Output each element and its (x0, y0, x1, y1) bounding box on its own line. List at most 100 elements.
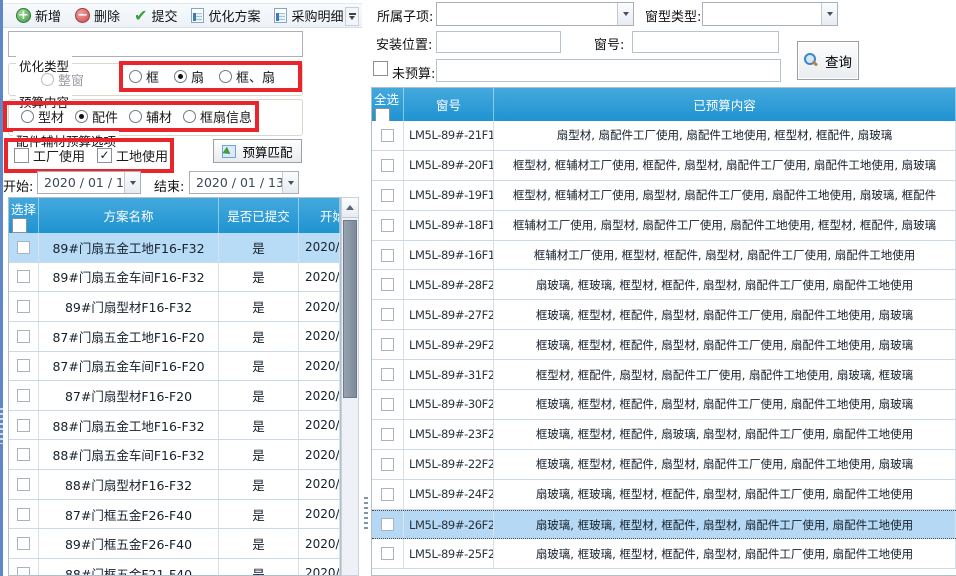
plan-table-row[interactable]: 88#门扇五金车间F16-F32是2020/0 (9, 440, 340, 470)
radio-option-frame-sash-info[interactable]: 框扇信息 (183, 107, 252, 126)
checkbox-icon[interactable]: ✓ (97, 148, 112, 163)
column-header-window-no[interactable]: 窗号 (404, 88, 494, 121)
radio-icon[interactable] (21, 110, 34, 123)
column-header-plan-name[interactable]: 方案名称 (39, 198, 219, 233)
radio-option-frame-sash[interactable]: 框、扇 (219, 67, 275, 86)
row-checkbox[interactable] (381, 458, 394, 471)
row-select-cell[interactable] (9, 263, 39, 292)
date-start-picker[interactable]: 2020 / 01 / 1 (37, 171, 141, 194)
scrollbar-thumb[interactable] (343, 220, 357, 398)
radio-icon[interactable] (41, 73, 54, 86)
plan-filter-input[interactable] (8, 31, 303, 57)
radio-icon[interactable] (219, 70, 232, 83)
window-budget-row[interactable]: LM5L-89#-30F28框玻璃, 框型材, 框配件, 扇型材, 扇配件工厂使… (372, 390, 956, 420)
row-select-cell[interactable] (9, 322, 39, 351)
window-budget-row[interactable]: LM5L-89#-25F23扇玻璃, 框玻璃, 框型材, 框配件, 扇型材, 扇… (372, 539, 956, 569)
row-select-cell[interactable] (9, 470, 39, 499)
row-checkbox[interactable] (381, 159, 394, 172)
no-budget-checkbox[interactable] (373, 61, 388, 76)
row-checkbox[interactable] (381, 398, 394, 411)
row-select-cell[interactable] (9, 529, 39, 558)
row-select-cell[interactable] (9, 440, 39, 469)
row-select-cell[interactable] (9, 352, 39, 381)
window-budget-row[interactable]: LM5L-89#-22F20框玻璃, 框型材, 框配件, 扇型材, 扇配件工厂使… (372, 450, 956, 480)
no-budget-input[interactable] (436, 59, 781, 82)
radio-option-auxiliary[interactable]: 辅材 (129, 107, 172, 126)
window-budget-row[interactable]: LM5L-89#-18F16框辅材工厂使用, 扇型材, 扇配件工厂使用, 扇配件… (372, 211, 956, 241)
toolbar-button-submit[interactable]: ✔提交 (127, 4, 184, 27)
window-budget-row[interactable]: LM5L-89#-27F25框玻璃, 框型材, 框配件, 扇型材, 扇配件工厂使… (372, 300, 956, 330)
row-checkbox[interactable] (381, 338, 394, 351)
row-checkbox[interactable] (381, 428, 394, 441)
toolbar-overflow-button[interactable] (345, 7, 359, 26)
row-select-cell[interactable] (372, 300, 404, 329)
panel-splitter[interactable] (364, 497, 368, 531)
window-budget-row[interactable]: LM5L-89#-19F17框型材, 框辅材工厂使用, 扇型材, 扇配件工厂使用… (372, 181, 956, 211)
install-position-input[interactable] (436, 31, 561, 53)
row-checkbox[interactable] (17, 537, 30, 550)
row-checkbox[interactable] (381, 308, 394, 321)
window-budget-row[interactable]: LM5L-89#-29F27框玻璃, 框型材, 框配件, 扇型材, 扇配件工厂使… (372, 330, 956, 360)
chevron-down-icon[interactable] (124, 172, 140, 193)
toolbar-button-delete[interactable]: −删除 (68, 4, 127, 27)
row-checkbox[interactable] (381, 278, 394, 291)
window-budget-row[interactable]: LM5L-89#-16F15框辅材工厂使用, 框型材, 框配件, 扇型材, 扇配… (372, 241, 956, 271)
plan-table-row[interactable]: 88#门扇型材F16-F32是2020/0 (9, 470, 340, 500)
plan-table-scrollbar[interactable] (341, 197, 359, 576)
radio-icon[interactable] (129, 110, 142, 123)
window-budget-row[interactable]: LM5L-89#-21F19扇型材, 扇配件工厂使用, 扇配件工地使用, 框型材… (372, 121, 956, 151)
row-checkbox[interactable] (381, 189, 394, 202)
window-budget-row[interactable]: LM5L-89#-28F26扇玻璃, 框玻璃, 框型材, 框配件, 扇型材, 扇… (372, 270, 956, 300)
row-select-cell[interactable] (9, 292, 39, 321)
budget-match-button[interactable]: 预算匹配 (213, 139, 302, 163)
row-checkbox[interactable] (17, 478, 30, 491)
row-checkbox[interactable] (17, 270, 30, 283)
row-checkbox[interactable] (17, 508, 30, 521)
row-select-cell[interactable] (372, 480, 404, 509)
select-all-checkbox[interactable] (375, 108, 390, 121)
radio-option-fitting[interactable]: 配件 (75, 107, 118, 126)
row-select-cell[interactable] (372, 450, 404, 479)
chevron-down-icon[interactable] (821, 3, 837, 25)
window-no-input[interactable] (632, 31, 779, 53)
plan-table-row[interactable]: 89#门扇五金车间F16-F32是2020/0 (9, 263, 340, 293)
row-select-cell[interactable] (9, 411, 39, 440)
window-budget-row[interactable]: LM5L-89#-26F24扇玻璃, 框玻璃, 框型材, 框配件, 扇型材, 扇… (372, 510, 956, 540)
radio-icon[interactable] (75, 110, 88, 123)
row-select-cell[interactable] (372, 270, 404, 299)
row-select-cell[interactable] (9, 559, 39, 576)
row-select-cell[interactable] (9, 500, 39, 529)
plan-table-row[interactable]: 87#门扇型材F16-F20是2020/0 (9, 381, 340, 411)
row-checkbox[interactable] (381, 488, 394, 501)
plan-table-row[interactable]: 88#门框五金F21-F40是2020/0 (9, 559, 340, 576)
row-select-cell[interactable] (372, 420, 404, 449)
plan-table-row[interactable]: 87#门框五金F26-F40是2020/0 (9, 500, 340, 530)
column-header-select[interactable]: 选择 (9, 198, 39, 233)
row-checkbox[interactable] (17, 419, 30, 432)
query-button[interactable]: 查询 (797, 41, 859, 80)
window-budget-row[interactable]: LM5L-89#-23F21框玻璃, 框型材, 框配件, 扇玻璃, 扇型材, 扇… (372, 420, 956, 450)
plan-table-row[interactable]: 89#门框五金F26-F40是2020/0 (9, 529, 340, 559)
checkbox-icon[interactable] (14, 148, 29, 163)
radio-option-frame[interactable]: 框 (129, 67, 159, 86)
row-checkbox[interactable] (17, 241, 30, 254)
row-select-cell[interactable] (372, 211, 404, 240)
row-checkbox[interactable] (381, 249, 394, 262)
plan-table-row[interactable]: 87#门扇五金工地F16-F20是2020/0 (9, 322, 340, 352)
row-select-cell[interactable] (372, 539, 404, 568)
chevron-down-icon[interactable] (617, 3, 633, 25)
date-end-picker[interactable]: 2020 / 01 / 13 (189, 171, 299, 194)
row-select-cell[interactable] (372, 121, 404, 150)
row-select-cell[interactable] (372, 241, 404, 270)
row-checkbox[interactable] (17, 567, 30, 576)
window-budget-row[interactable]: LM5L-89#-31F29框型材, 框配件, 扇型材, 扇配件工厂使用, 扇配… (372, 360, 956, 390)
row-select-cell[interactable] (372, 151, 404, 180)
toolbar-button-add[interactable]: +新增 (9, 4, 68, 27)
row-checkbox[interactable] (17, 448, 30, 461)
row-checkbox[interactable] (381, 129, 394, 142)
row-select-cell[interactable] (372, 511, 404, 539)
column-header-submitted[interactable]: 是否已提交 (219, 198, 299, 233)
row-checkbox[interactable] (381, 518, 394, 531)
chevron-down-icon[interactable] (282, 172, 298, 193)
plan-table-row[interactable]: 88#门扇五金工地F16-F32是2020/0 (9, 411, 340, 441)
